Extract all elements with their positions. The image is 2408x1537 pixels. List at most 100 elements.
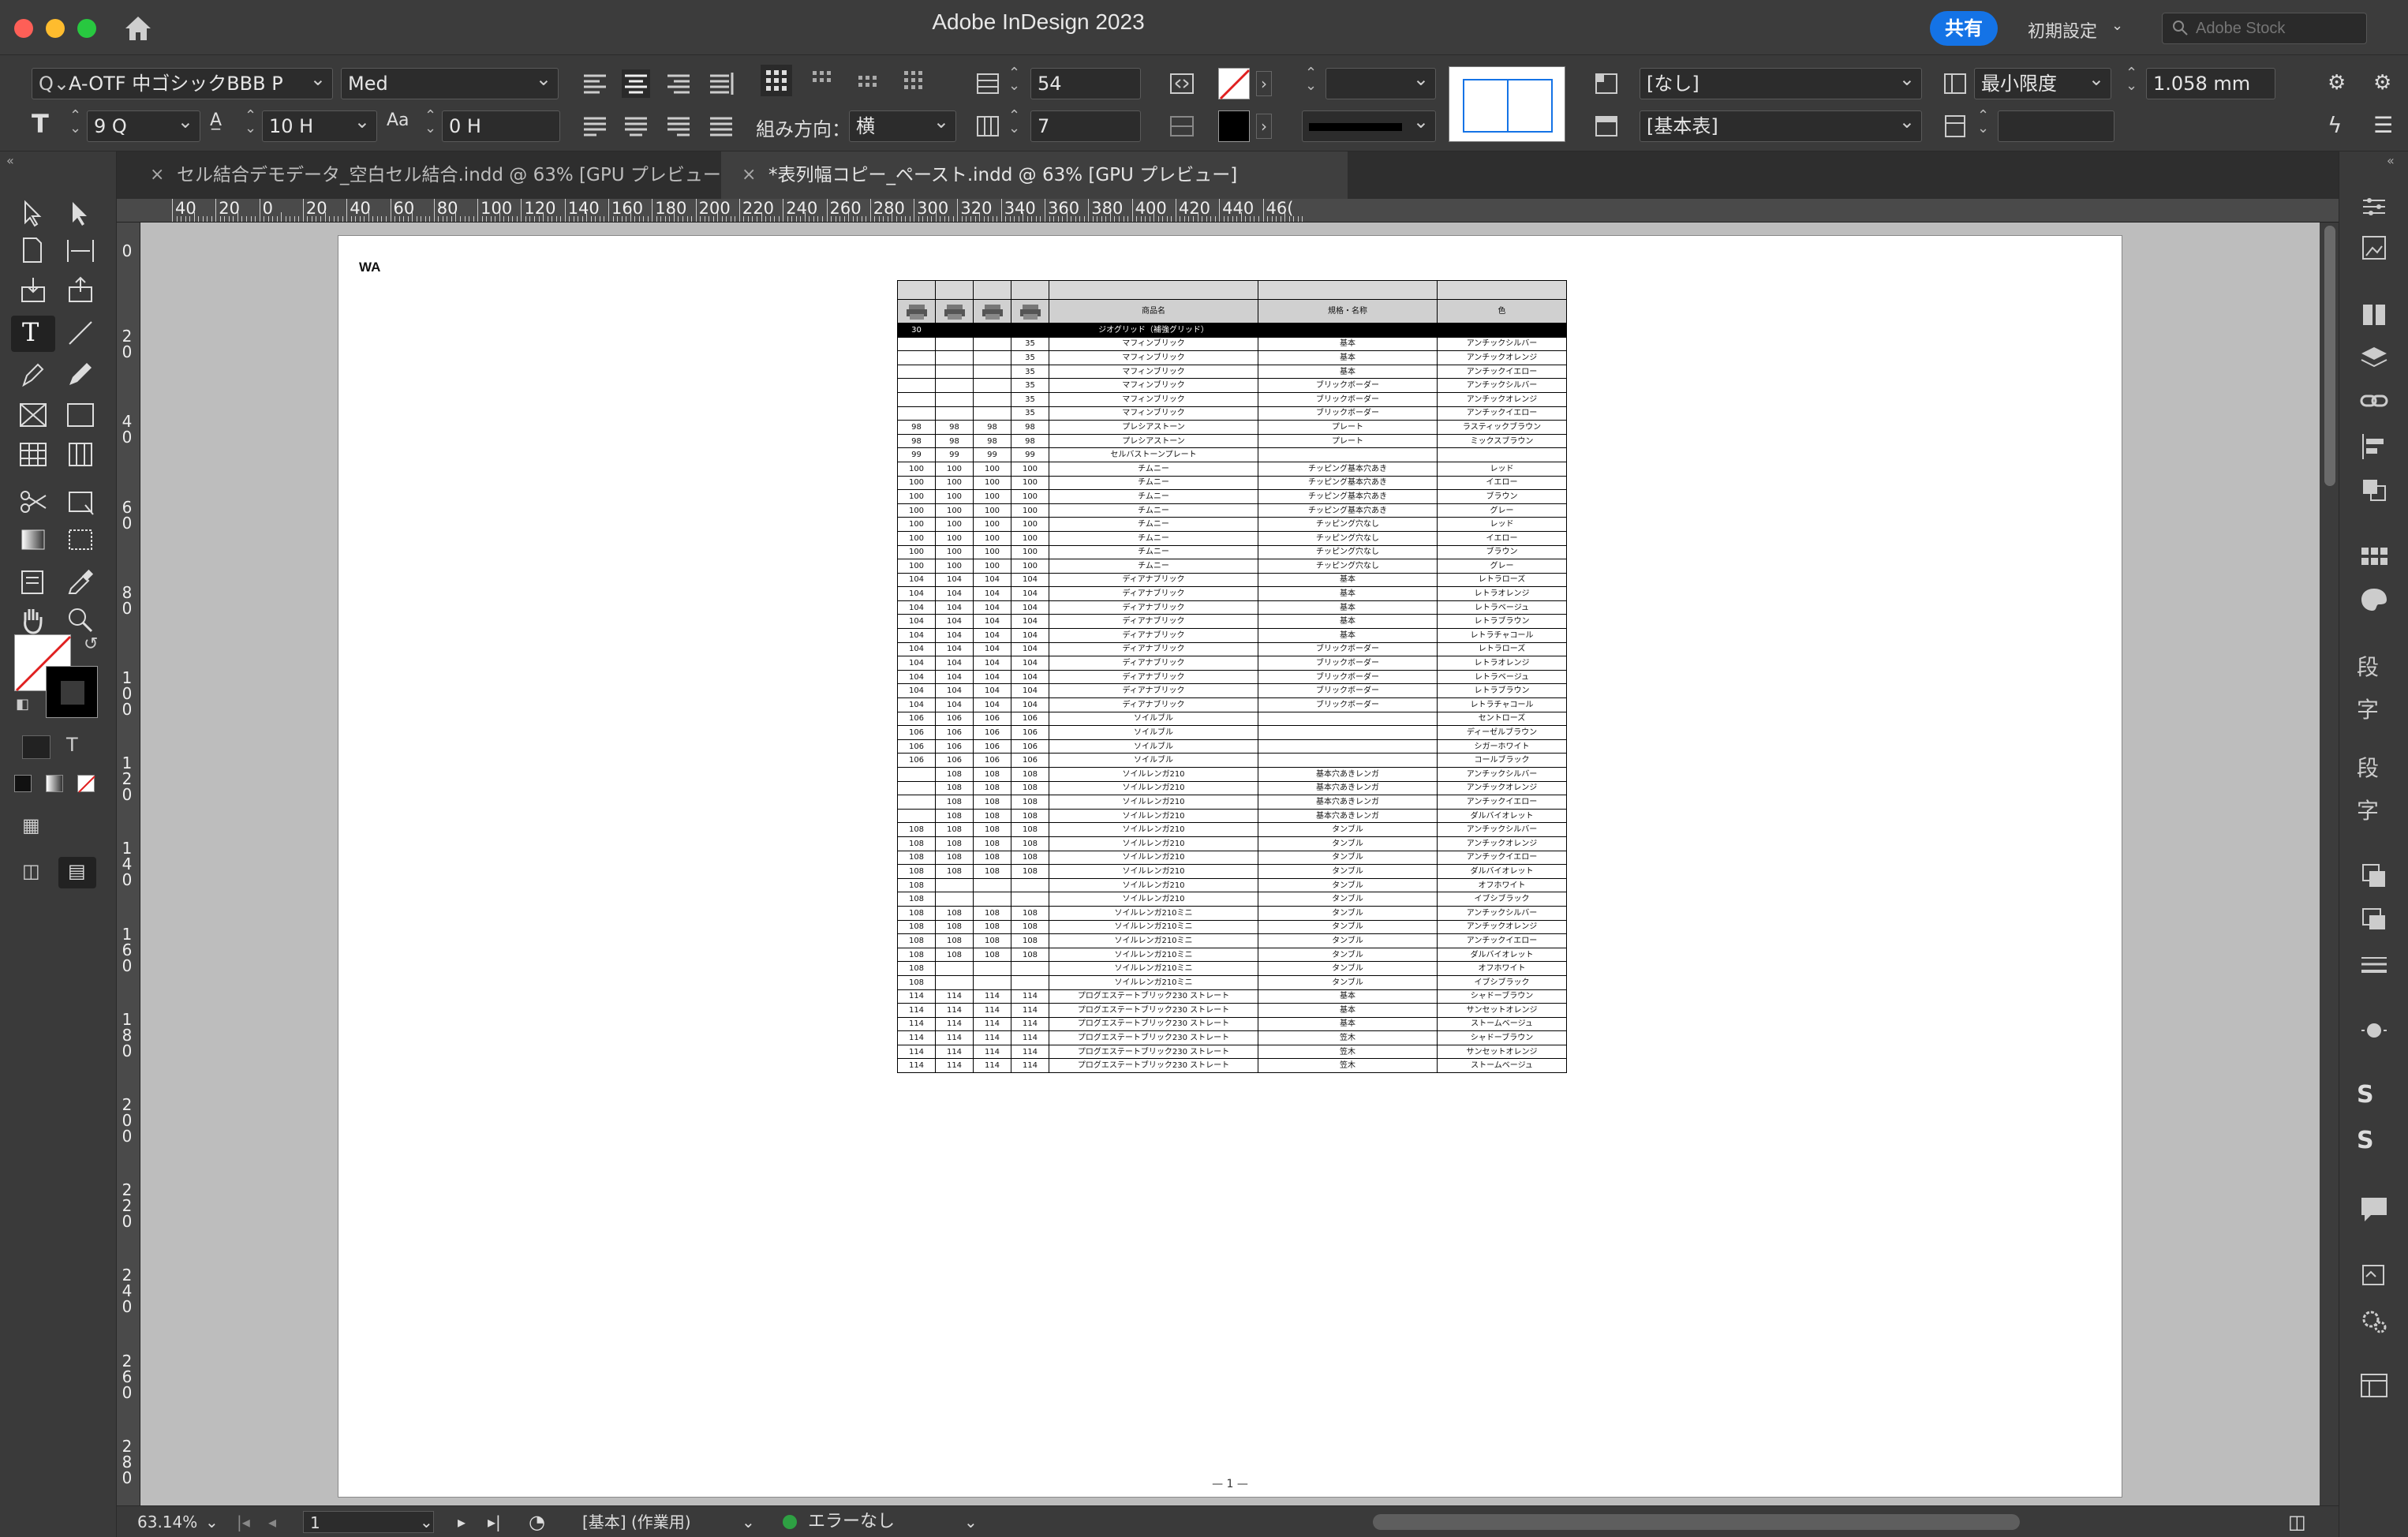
table-cell[interactable]: ミックスブラウン — [1437, 433, 1567, 449]
table-cell[interactable]: 基本 — [1258, 336, 1438, 352]
default-colors-icon[interactable]: ◧ — [16, 696, 29, 712]
table-cell[interactable]: 104 — [973, 656, 1011, 671]
table-cell[interactable]: 基本 — [1258, 628, 1438, 643]
table-cell[interactable]: 104 — [935, 572, 974, 588]
effects-panel-icon[interactable] — [2357, 1015, 2391, 1046]
table-cell[interactable]: イエロー — [1437, 530, 1567, 546]
stroke-weight-field[interactable] — [1326, 68, 1436, 99]
table-cell[interactable]: 108 — [1011, 780, 1049, 796]
table-cell[interactable]: 106 — [1011, 739, 1049, 754]
eyedropper-tool-icon[interactable] — [63, 567, 98, 598]
table-cell[interactable]: 基本穴あきレンガ — [1258, 780, 1438, 796]
table-cell[interactable] — [897, 795, 936, 810]
table-cell[interactable]: 114 — [1011, 1016, 1049, 1032]
table-row[interactable]: 104 104 104 104 ディアナブリック 基本 レトラオレンジ — [897, 586, 1567, 601]
table-cell[interactable]: 114 — [973, 1030, 1011, 1045]
table-row[interactable]: 100 100 100 100 チムニー チッピング基本穴あき レッド — [897, 461, 1567, 477]
font-family-select[interactable]: Q⌄ A-OTF 中ゴシックBBB P — [32, 68, 333, 99]
table-row[interactable]: 99 99 99 99 セルバストーンプレート — [897, 447, 1567, 462]
table-cell[interactable]: 108 — [973, 864, 1011, 879]
stock-search-input[interactable] — [2196, 17, 2361, 40]
table-row[interactable]: 108 108 108 108 ソイルレンガ210 タンブル ダルバイオレット — [897, 864, 1567, 879]
table-cell[interactable]: 基本穴あきレンガ — [1258, 795, 1438, 810]
table-cell[interactable]: アンチックシルバー — [1437, 767, 1567, 782]
page-number-field[interactable]: 1 — [303, 1511, 434, 1533]
table-cell[interactable]: 100 — [935, 559, 974, 574]
table-cell[interactable]: ディーゼルブラウン — [1437, 725, 1567, 740]
table-cell[interactable]: ソイルブル — [1049, 739, 1258, 754]
table-cell[interactable]: ソイルレンガ210 — [1049, 864, 1258, 879]
table-cell[interactable] — [1437, 447, 1567, 462]
table-cell[interactable]: ブリックボーダー — [1258, 697, 1438, 712]
columns-field[interactable]: 7 — [1030, 110, 1141, 142]
table-row[interactable]: 108 108 108 ソイルレンガ210 基本穴あきレンガ アンチックイエロー — [897, 795, 1567, 810]
table-cell[interactable]: 108 — [973, 836, 1011, 851]
document-tab[interactable]: × セル結合デモデータ_空白セル結合.indd @ 63% [GPU プレビュー… — [129, 151, 728, 199]
table-cell[interactable]: 100 — [973, 517, 1011, 532]
header-icon-cell[interactable] — [935, 299, 974, 323]
table-cell[interactable]: ソイルレンガ210ミニ — [1049, 933, 1258, 948]
table-cell[interactable]: プログエステートブリック230 ストレート — [1049, 989, 1258, 1004]
table-cell[interactable] — [1011, 974, 1049, 990]
table-cell[interactable]: 108 — [973, 795, 1011, 810]
table-cell[interactable]: 114 — [973, 1058, 1011, 1074]
table-cell[interactable]: ブラウン — [1437, 489, 1567, 504]
table-row[interactable]: 35 マフィンブリック 基本 アンチックオレンジ — [897, 350, 1567, 365]
table-row[interactable]: 108 108 108 108 ソイルレンガ210ミニ タンブル ダルバイオレット — [897, 947, 1567, 963]
table-cell[interactable]: アンチックオレンジ — [1437, 780, 1567, 796]
table-cell[interactable]: 108 — [973, 919, 1011, 935]
links-panel-icon[interactable] — [2357, 385, 2391, 417]
table-cell[interactable]: 100 — [1011, 530, 1049, 546]
table-cell[interactable]: ジオグリッド（補強グリッド） — [1049, 323, 1258, 338]
table-row[interactable]: 106 106 106 106 ソイルブル シガーホワイト — [897, 739, 1567, 754]
chevron-down-icon[interactable]: ⌄ — [964, 1506, 978, 1537]
table-cell[interactable]: 99 — [935, 447, 974, 462]
table-cell[interactable]: 100 — [897, 517, 936, 532]
header-icon-cell[interactable] — [1011, 299, 1049, 323]
table-cell[interactable]: 100 — [935, 530, 974, 546]
table-cell[interactable]: 114 — [935, 1030, 974, 1045]
table-cell[interactable]: アンチックシルバー — [1437, 336, 1567, 352]
table-cell[interactable]: オフホワイト — [1437, 877, 1567, 893]
table-cell[interactable]: ディアナブリック — [1049, 572, 1258, 588]
table-cell[interactable]: 35 — [1011, 391, 1049, 407]
table-cell[interactable]: 108 — [1011, 850, 1049, 866]
stroke-color-box[interactable] — [46, 666, 98, 718]
paragraph-styles-icon[interactable]: 段 — [2357, 650, 2391, 682]
line-tool-icon[interactable] — [63, 317, 98, 349]
font-size-stepper[interactable] — [66, 107, 84, 142]
table-cell[interactable]: 104 — [897, 628, 936, 643]
table-cell[interactable]: レトラブラウン — [1437, 683, 1567, 699]
table-row[interactable]: 104 104 104 104 ディアナブリック 基本 レトラベージュ — [897, 600, 1567, 615]
table-cell[interactable]: 108 — [1011, 864, 1049, 879]
table-cell[interactable]: 114 — [897, 989, 936, 1004]
table-row[interactable]: 108 ソイルレンガ210 タンブル イブシブラック — [897, 892, 1567, 907]
table-cell[interactable] — [897, 767, 936, 782]
character-panel-icon[interactable]: 字 — [2357, 794, 2391, 825]
vertical-scrollbar[interactable] — [2320, 223, 2339, 1505]
table-cell[interactable]: 100 — [1011, 559, 1049, 574]
table-cell[interactable]: タンブル — [1258, 836, 1438, 851]
table-cell[interactable]: 108 — [897, 836, 936, 851]
table-cell[interactable]: アンチックイエロー — [1437, 364, 1567, 380]
chevron-down-icon[interactable]: ⌄ — [742, 1506, 755, 1537]
color-panel-icon[interactable] — [2357, 584, 2391, 615]
table-row[interactable]: 106 106 106 106 ソイルブル ディーゼルブラウン — [897, 725, 1567, 740]
table-cell[interactable]: プログエステートブリック230 ストレート — [1049, 1030, 1258, 1045]
table-cell[interactable]: 108 — [1011, 822, 1049, 837]
table-row[interactable]: 100 100 100 100 チムニー チッピング基本穴あき ブラウン — [897, 489, 1567, 504]
table-cell[interactable]: 104 — [1011, 656, 1049, 671]
table-cell[interactable] — [1258, 725, 1438, 740]
table-cell[interactable]: 98 — [973, 433, 1011, 449]
chevron-down-icon[interactable]: ⌄ — [2111, 17, 2123, 34]
table-cell[interactable]: ストームベージュ — [1437, 1058, 1567, 1074]
table-cell[interactable]: 108 — [935, 795, 974, 810]
character-styles-icon[interactable]: 字 — [2357, 693, 2391, 724]
table-cell[interactable]: プレート — [1258, 420, 1438, 435]
table-cell[interactable]: チッピング穴なし — [1258, 544, 1438, 560]
table-cell[interactable]: 35 — [1011, 406, 1049, 421]
table-row[interactable]: 35 マフィンブリック ブリックボーダー アンチックオレンジ — [897, 391, 1567, 407]
table-cell[interactable]: 108 — [973, 767, 1011, 782]
table-cell[interactable]: イブシブラック — [1437, 974, 1567, 990]
row-height-field[interactable]: 1.058 mm — [2146, 68, 2275, 99]
